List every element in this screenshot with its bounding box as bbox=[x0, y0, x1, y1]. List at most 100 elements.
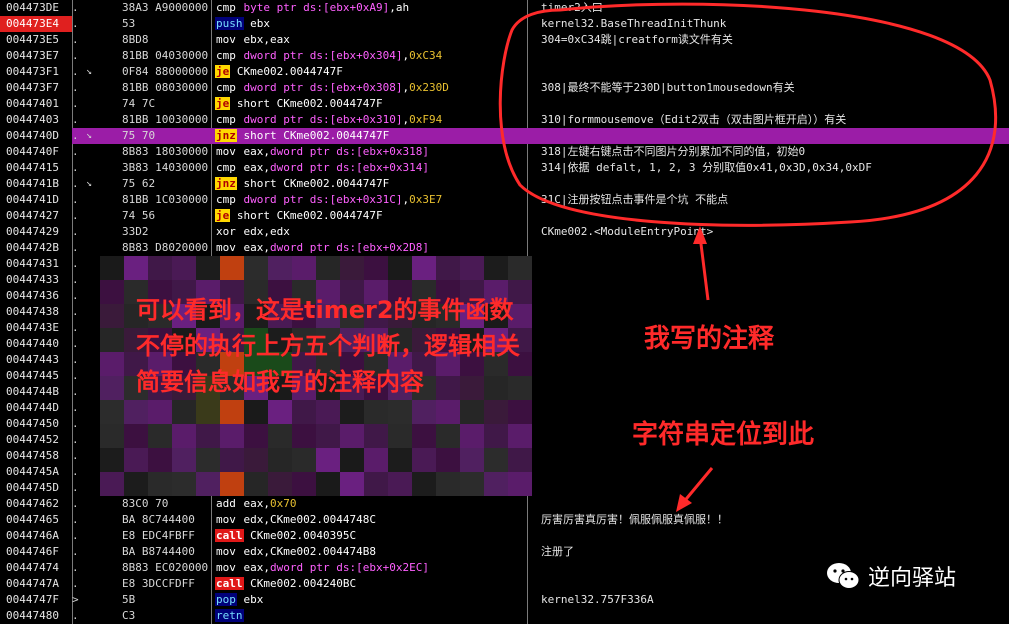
instruction-cell[interactable]: jnz short CKme002.0044747F bbox=[213, 128, 525, 144]
address-cell[interactable]: 004473E7 bbox=[0, 48, 72, 64]
address-cell[interactable]: 00447431 bbox=[0, 256, 72, 272]
comment-cell[interactable] bbox=[541, 176, 1001, 192]
address-cell[interactable]: 00447401 bbox=[0, 96, 72, 112]
disasm-row[interactable]: 004473F1. 0F84 88000000 ↘ je CKme002.004474… bbox=[0, 64, 1009, 80]
disasm-row[interactable]: 0044740F. 8B83 18030000 mov eax,dword ptr … bbox=[0, 144, 1009, 160]
disasm-row[interactable]: 004473DE. 38A3 A9000000 cmp byte ptr ds:[e… bbox=[0, 0, 1009, 16]
instruction-cell[interactable]: je short CKme002.0044747F bbox=[213, 96, 525, 112]
disasm-row[interactable]: 0044746A. E8 EDC4FBFF call CKme002.0040395… bbox=[0, 528, 1009, 544]
address-cell[interactable]: 004473E5 bbox=[0, 32, 72, 48]
instruction-cell[interactable]: pop ebx bbox=[213, 592, 525, 608]
comment-cell[interactable] bbox=[541, 496, 1001, 512]
instruction-cell[interactable]: mov eax,dword ptr ds:[ebx+0x2EC] bbox=[213, 560, 525, 576]
comment-cell[interactable] bbox=[541, 208, 1001, 224]
instruction-cell[interactable]: call CKme002.004240BC bbox=[213, 576, 525, 592]
comment-cell[interactable] bbox=[541, 128, 1001, 144]
comment-cell[interactable]: 310|formmousemove（Edit2双击（双击图片框开启））有关 bbox=[541, 112, 1001, 128]
comment-cell[interactable]: 厉害厉害真厉害！佩服佩服真佩服！！ bbox=[541, 512, 1001, 528]
disasm-row[interactable]: 00447403. 81BB 10030000 cmp dword ptr ds:[… bbox=[0, 112, 1009, 128]
disasm-row[interactable]: 004473E4. 53 push ebx kernel32.BaseThreadIn… bbox=[0, 16, 1009, 32]
address-cell[interactable]: 0044742B bbox=[0, 240, 72, 256]
address-cell[interactable]: 0044741B bbox=[0, 176, 72, 192]
comment-cell[interactable]: 注册了 bbox=[541, 544, 1001, 560]
comment-cell[interactable] bbox=[541, 464, 1001, 480]
address-cell[interactable]: 0044743E bbox=[0, 320, 72, 336]
disasm-row[interactable]: 004473E7. 81BB 04030000 cmp dword ptr ds:[… bbox=[0, 48, 1009, 64]
disasm-row[interactable]: 00447462. 83C0 70 add eax,0x70 bbox=[0, 496, 1009, 512]
address-cell[interactable]: 00447403 bbox=[0, 112, 72, 128]
address-cell[interactable]: 00447474 bbox=[0, 560, 72, 576]
instruction-cell[interactable]: cmp dword ptr ds:[ebx+0x308],0x230D bbox=[213, 80, 525, 96]
disasm-row[interactable]: 00447480. C3 retn bbox=[0, 608, 1009, 624]
address-cell[interactable]: 00447443 bbox=[0, 352, 72, 368]
instruction-cell[interactable]: mov eax,dword ptr ds:[ebx+0x2D8] bbox=[213, 240, 525, 256]
address-cell[interactable]: 0044747F bbox=[0, 592, 72, 608]
instruction-cell[interactable]: call CKme002.0040395C bbox=[213, 528, 525, 544]
instruction-cell[interactable]: cmp eax,dword ptr ds:[ebx+0x314] bbox=[213, 160, 525, 176]
address-cell[interactable]: 00447452 bbox=[0, 432, 72, 448]
disasm-row[interactable]: 00447401. 74 7C je short CKme002.0044747F bbox=[0, 96, 1009, 112]
instruction-cell[interactable]: je short CKme002.0044747F bbox=[213, 208, 525, 224]
address-cell[interactable]: 00447465 bbox=[0, 512, 72, 528]
instruction-cell[interactable]: je CKme002.0044747F bbox=[213, 64, 525, 80]
comment-cell[interactable] bbox=[541, 480, 1001, 496]
comment-cell[interactable] bbox=[541, 368, 1001, 384]
address-cell[interactable]: 00447462 bbox=[0, 496, 72, 512]
disasm-row[interactable]: 00447415. 3B83 14030000 cmp eax,dword ptr … bbox=[0, 160, 1009, 176]
comment-cell[interactable] bbox=[541, 608, 1001, 624]
instruction-cell[interactable]: jnz short CKme002.0044747F bbox=[213, 176, 525, 192]
comment-cell[interactable]: kernel32.757F336A bbox=[541, 592, 1001, 608]
comment-cell[interactable] bbox=[541, 240, 1001, 256]
address-cell[interactable]: 00447415 bbox=[0, 160, 72, 176]
address-cell[interactable]: 00447433 bbox=[0, 272, 72, 288]
disasm-row[interactable]: 0044741D. 81BB 1C030000 cmp dword ptr ds:[… bbox=[0, 192, 1009, 208]
address-cell[interactable]: 004473F7 bbox=[0, 80, 72, 96]
comment-cell[interactable]: kernel32.BaseThreadInitThunk bbox=[541, 16, 1001, 32]
instruction-cell[interactable]: cmp dword ptr ds:[ebx+0x304],0xC34 bbox=[213, 48, 525, 64]
address-cell[interactable]: 00447445 bbox=[0, 368, 72, 384]
instruction-cell[interactable]: retn bbox=[213, 608, 525, 624]
instruction-cell[interactable]: cmp dword ptr ds:[ebx+0x310],0xF94 bbox=[213, 112, 525, 128]
instruction-cell[interactable]: cmp byte ptr ds:[ebx+0xA9],ah bbox=[213, 0, 525, 16]
disasm-row[interactable]: 004473F7. 81BB 08030000 cmp dword ptr ds:[… bbox=[0, 80, 1009, 96]
address-cell[interactable]: 0044745D bbox=[0, 480, 72, 496]
disasm-row[interactable]: 0044746F. BA B8744400 mov edx,CKme002.0044… bbox=[0, 544, 1009, 560]
comment-cell[interactable] bbox=[541, 64, 1001, 80]
disasm-row[interactable]: 00447427. 74 56 je short CKme002.0044747F bbox=[0, 208, 1009, 224]
instruction-cell[interactable]: cmp dword ptr ds:[ebx+0x31C],0x3E7 bbox=[213, 192, 525, 208]
address-cell[interactable]: 00447440 bbox=[0, 336, 72, 352]
comment-cell[interactable] bbox=[541, 96, 1001, 112]
comment-cell[interactable] bbox=[541, 48, 1001, 64]
address-cell[interactable]: 0044744D bbox=[0, 400, 72, 416]
comment-cell[interactable]: 31C|注册按钮点击事件是个坑 不能点 bbox=[541, 192, 1001, 208]
comment-cell[interactable]: 304=0xC34跳|creatform读文件有关 bbox=[541, 32, 1001, 48]
instruction-cell[interactable]: mov edx,CKme002.004474B8 bbox=[213, 544, 525, 560]
address-cell[interactable]: 004473F1 bbox=[0, 64, 72, 80]
address-cell[interactable]: 004473E4 bbox=[0, 16, 72, 32]
address-cell[interactable]: 0044746A bbox=[0, 528, 72, 544]
address-cell[interactable]: 0044747A bbox=[0, 576, 72, 592]
comment-cell[interactable]: 318|左键右键点击不同图片分别累加不同的值，初始0 bbox=[541, 144, 1001, 160]
disasm-row[interactable]: 00447465. BA 8C744400 mov edx,CKme002.0044… bbox=[0, 512, 1009, 528]
disasm-row[interactable]: 0044740D. 75 70 ↘ jnz short CKme002.0044747… bbox=[0, 128, 1009, 144]
address-cell[interactable]: 0044745A bbox=[0, 464, 72, 480]
comment-cell[interactable]: 314|依据 defalt, 1, 2, 3 分别取值0x41,0x3D,0x3… bbox=[541, 160, 1001, 176]
address-cell[interactable]: 00447429 bbox=[0, 224, 72, 240]
comment-cell[interactable]: 308|最终不能等于230D|button1mousedown有关 bbox=[541, 80, 1001, 96]
address-cell[interactable]: 0044741D bbox=[0, 192, 72, 208]
disasm-row[interactable]: 0044742B. 8B83 D8020000 mov eax,dword ptr … bbox=[0, 240, 1009, 256]
address-cell[interactable]: 0044744B bbox=[0, 384, 72, 400]
instruction-cell[interactable]: mov ebx,eax bbox=[213, 32, 525, 48]
address-cell[interactable]: 00447458 bbox=[0, 448, 72, 464]
address-cell[interactable]: 0044740D bbox=[0, 128, 72, 144]
address-cell[interactable]: 00447427 bbox=[0, 208, 72, 224]
disasm-row[interactable]: 0044747F >5B pop ebx kernel32.757F336A bbox=[0, 592, 1009, 608]
comment-cell[interactable] bbox=[541, 288, 1001, 304]
address-cell[interactable]: 00447436 bbox=[0, 288, 72, 304]
address-cell[interactable]: 00447480 bbox=[0, 608, 72, 624]
address-cell[interactable]: 00447450 bbox=[0, 416, 72, 432]
disasm-row[interactable]: 004473E5. 8BD8 mov ebx,eax 304=0xC34跳|creat… bbox=[0, 32, 1009, 48]
comment-cell[interactable] bbox=[541, 256, 1001, 272]
instruction-cell[interactable]: push ebx bbox=[213, 16, 525, 32]
comment-cell[interactable] bbox=[541, 384, 1001, 400]
